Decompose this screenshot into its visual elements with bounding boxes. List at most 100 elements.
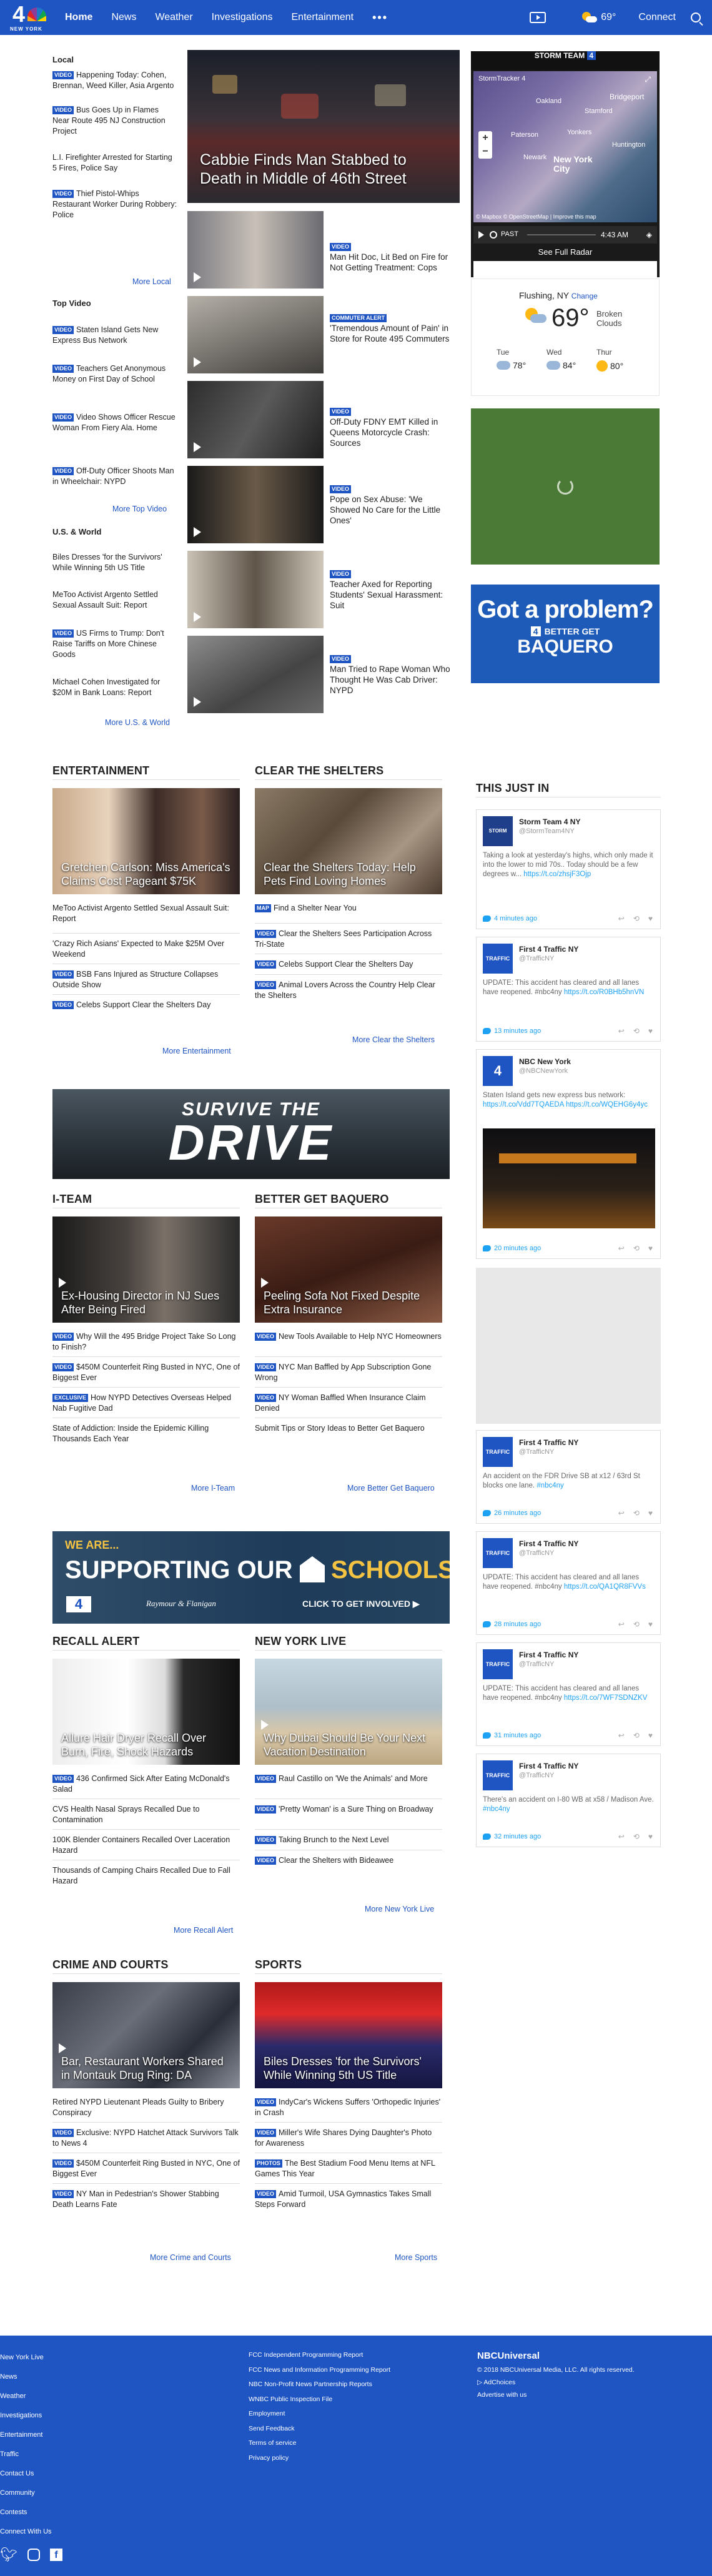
tweet-time[interactable]: 13 minutes ago <box>494 1027 541 1035</box>
tweet-card[interactable]: TRAFFIC First 4 Traffic NY @TrafficNY UP… <box>476 1531 661 1635</box>
twitter-icon[interactable]: 🐦︎ <box>0 2547 17 2563</box>
map-credit[interactable]: © Mapbox © OpenStreetMap | Improve this … <box>476 214 596 220</box>
avatar[interactable]: STORM TEAM 4 <box>483 816 513 864</box>
list-item[interactable]: 'Crazy Rich Asians' Expected to Make $25… <box>52 939 240 964</box>
list-item[interactable]: CVS Health Nasal Sprays Recalled Due to … <box>52 1804 240 1829</box>
tweet-image[interactable] <box>483 1128 655 1228</box>
tweet-author[interactable]: First 4 Traffic NY <box>519 1438 578 1447</box>
list-item[interactable]: PHOTOS The Best Stadium Food Menu Items a… <box>255 2158 442 2183</box>
tweet-author[interactable]: First 4 Traffic NY <box>519 1651 578 1659</box>
tweet-author[interactable]: First 4 Traffic NY <box>519 945 578 954</box>
feature-image[interactable]: Why Dubai Should Be Your Next Vacation D… <box>255 1659 442 1765</box>
list-item[interactable]: VIDEO $450M Counterfeit Ring Busted in NY… <box>52 1362 240 1387</box>
feature-title[interactable]: Allure Hair Dryer Recall Over Burn, Fire… <box>61 1731 231 1759</box>
feature-image[interactable]: Gretchen Carlson: Miss America's Claims … <box>52 788 240 894</box>
list-item[interactable]: MeToo Activist Argento Settled Sexual As… <box>52 903 240 933</box>
advertise-link[interactable]: Advertise with us <box>477 2391 635 2399</box>
feature-title[interactable]: Clear the Shelters Today: Help Pets Find… <box>264 861 433 888</box>
tweet-author[interactable]: First 4 Traffic NY <box>519 1539 578 1548</box>
retweet-icon[interactable]: ⟲ <box>633 1509 640 1517</box>
more-us-world-link[interactable]: More U.S. & World <box>105 718 170 727</box>
tweet-card[interactable]: 4 NBC New York @NBCNewYork Staten Island… <box>476 1049 661 1259</box>
feature-image[interactable]: Bar, Restaurant Workers Shared in Montau… <box>52 1982 240 2088</box>
footer-link[interactable]: Employment <box>249 2407 390 2422</box>
nbc4-logo[interactable]: 4 NEW YORK <box>6 1 49 34</box>
retweet-icon[interactable]: ⟲ <box>633 1244 640 1253</box>
list-item[interactable]: VIDEO BSB Fans Injured as Structure Colla… <box>52 969 240 994</box>
tweet-time[interactable]: 26 minutes ago <box>494 1509 541 1517</box>
story-row[interactable]: COMMUTER ALERT 'Tremendous Amount of Pain… <box>187 296 460 381</box>
feature-image[interactable]: Ex-Housing Director in NJ Sues After Bei… <box>52 1216 240 1323</box>
like-icon[interactable]: ♥ <box>648 1832 653 1841</box>
list-item[interactable]: VIDEO 'Pretty Woman' is a Sure Thing on B… <box>255 1804 442 1829</box>
footer-link[interactable]: NBC Non-Profit News Partnership Reports <box>249 2377 390 2392</box>
reply-icon[interactable]: ↩ <box>618 1620 625 1629</box>
list-item[interactable]: VIDEO Happening Today: Cohen, Brennan, We… <box>52 70 177 105</box>
list-item[interactable]: VIDEO Why Will the 495 Bridge Project Tak… <box>52 1331 240 1356</box>
tweet-time[interactable]: 4 minutes ago <box>494 915 537 922</box>
list-item[interactable]: VIDEO Video Shows Officer Rescue Woman Fr… <box>52 412 177 466</box>
list-item[interactable]: Biles Dresses 'for the Survivors' While … <box>52 552 177 590</box>
tweet-handle[interactable]: @NBCNewYork <box>519 1067 568 1075</box>
list-item[interactable]: VIDEO Thief Pistol-Whips Restaurant Worke… <box>52 189 177 227</box>
tweet-handle[interactable]: @TrafficNY <box>519 1549 554 1557</box>
feature-image[interactable]: Peeling Sofa Not Fixed Despite Extra Ins… <box>255 1216 442 1323</box>
feature-title[interactable]: Biles Dresses 'for the Survivors' While … <box>264 2055 433 2082</box>
list-item[interactable]: VIDEO Taking Brunch to the Next Level <box>255 1835 442 1850</box>
supporting-our-schools-banner[interactable]: WE ARE... SUPPORTING OUR SCHOOLS 4 Raymo… <box>52 1531 450 1624</box>
feature-image[interactable]: Biles Dresses 'for the Survivors' While … <box>255 1982 442 2088</box>
tweet-card[interactable]: TRAFFIC First 4 Traffic NY @TrafficNY UP… <box>476 1642 661 1746</box>
footer-link[interactable]: New York Live <box>0 2348 52 2367</box>
list-item[interactable]: EXCLUSIVE How NYPD Detectives Overseas He… <box>52 1393 240 1418</box>
story-thumbnail[interactable] <box>187 636 324 713</box>
footer-link[interactable]: WNBC Public Inspection File <box>249 2392 390 2407</box>
radar-past-label[interactable]: PAST <box>501 230 518 238</box>
better-get-baquero-ad[interactable]: Got a problem? 4 BETTER GET BAQUERO <box>471 585 660 683</box>
list-item[interactable]: 100K Blender Containers Recalled Over La… <box>52 1835 240 1860</box>
more-sports-link[interactable]: More Sports <box>395 2253 437 2262</box>
reply-icon[interactable]: ↩ <box>618 1244 625 1253</box>
retweet-icon[interactable]: ⟲ <box>633 914 640 923</box>
zoom-controls[interactable]: + − <box>478 131 492 159</box>
more-top-video-link[interactable]: More Top Video <box>112 505 167 513</box>
more-entertainment-link[interactable]: More Entertainment <box>162 1047 231 1055</box>
like-icon[interactable]: ♥ <box>648 1731 653 1740</box>
list-item[interactable]: VIDEO 436 Confirmed Sick After Eating McD… <box>52 1774 240 1799</box>
radar-scrubber[interactable] <box>527 234 596 235</box>
feature-image[interactable]: Clear the Shelters Today: Help Pets Find… <box>255 788 442 894</box>
instagram-icon[interactable] <box>27 2549 40 2561</box>
change-location-link[interactable]: Change <box>571 292 598 300</box>
list-item[interactable]: VIDEO Exclusive: NYPD Hatchet Attack Surv… <box>52 2128 240 2153</box>
footer-link[interactable]: Traffic <box>0 2445 52 2464</box>
story-thumbnail[interactable] <box>187 381 324 458</box>
retweet-icon[interactable]: ⟲ <box>633 1620 640 1629</box>
list-item[interactable]: VIDEO $450M Counterfeit Ring Busted in NY… <box>52 2158 240 2183</box>
tweet-handle[interactable]: @TrafficNY <box>519 1772 554 1779</box>
list-item[interactable]: Michael Cohen Investigated for $20M in B… <box>52 677 177 708</box>
list-item[interactable]: VIDEO NY Man in Pedestrian's Shower Stabb… <box>52 2189 240 2214</box>
nav-investigations[interactable]: Investigations <box>212 12 273 23</box>
footer-link[interactable]: Privacy policy <box>249 2451 390 2466</box>
tweet-card[interactable]: STORM TEAM 4 Storm Team 4 NY @StormTeam4… <box>476 809 661 929</box>
like-icon[interactable]: ♥ <box>648 1244 653 1253</box>
reply-icon[interactable]: ↩ <box>618 1832 625 1841</box>
reply-icon[interactable]: ↩ <box>618 1509 625 1517</box>
tweet-handle[interactable]: @TrafficNY <box>519 1448 554 1456</box>
survive-the-drive-banner[interactable]: SURVIVE THE DRIVE <box>52 1089 450 1179</box>
tweet-card[interactable]: TRAFFIC First 4 Traffic NY @TrafficNY UP… <box>476 937 661 1042</box>
tweet-handle[interactable]: @StormTeam4NY <box>519 827 575 835</box>
header-temperature[interactable]: 69° <box>601 12 616 23</box>
tweet-time[interactable]: 32 minutes ago <box>494 1833 541 1840</box>
facebook-icon[interactable]: f <box>49 2549 62 2561</box>
footer-link[interactable]: Connect With Us <box>0 2522 52 2542</box>
list-item[interactable]: Retired NYPD Lieutenant Pleads Guilty to… <box>52 2097 240 2122</box>
more-recall-alert-link[interactable]: More Recall Alert <box>174 1926 233 1935</box>
tweet-card[interactable]: TRAFFIC First 4 Traffic NY @TrafficNY An… <box>476 1430 661 1524</box>
list-item[interactable]: Submit Tips or Story Ideas to Better Get… <box>255 1423 442 1448</box>
live-tv-icon[interactable] <box>530 12 546 23</box>
search-icon[interactable] <box>691 12 701 22</box>
tweet-author[interactable]: NBC New York <box>519 1057 571 1066</box>
nav-news[interactable]: News <box>111 12 136 23</box>
nav-home[interactable]: Home <box>65 12 92 23</box>
avatar[interactable]: TRAFFIC <box>483 1649 513 1679</box>
